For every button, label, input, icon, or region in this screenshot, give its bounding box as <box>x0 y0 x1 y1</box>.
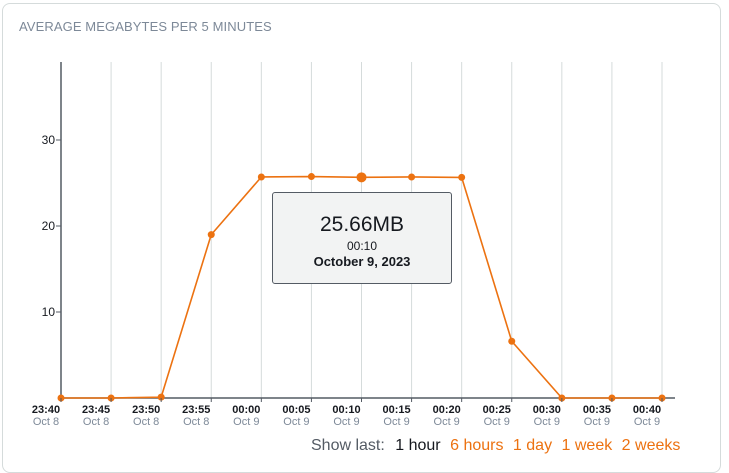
x-tick-time-9: 00:25 <box>483 404 511 416</box>
data-point-3[interactable] <box>207 231 215 239</box>
y-tick-label-30: 30 <box>42 133 56 147</box>
x-tick-time-5: 00:05 <box>282 404 310 416</box>
x-tick-time-0: 23:40 <box>32 404 60 416</box>
x-tick-date-7: Oct 9 <box>383 416 409 428</box>
time-range-selector: Show last: 1 hour 6 hours 1 day 1 week 2… <box>311 437 685 455</box>
range-label: Show last: <box>311 437 385 454</box>
x-tick-time-12: 00:40 <box>633 404 661 416</box>
y-tick-label-10: 10 <box>42 305 56 319</box>
x-tick-time-4: 00:00 <box>232 404 260 416</box>
tooltip-date: October 9, 2023 <box>313 254 411 269</box>
x-tick-time-3: 23:55 <box>182 404 210 416</box>
range-option-1-day[interactable]: 1 day <box>513 437 552 454</box>
x-tick-date-5: Oct 9 <box>283 416 309 428</box>
data-point-4[interactable] <box>257 173 265 181</box>
x-tick-date-12: Oct 9 <box>634 416 660 428</box>
x-tick-time-2: 23:50 <box>132 404 160 416</box>
tooltip-time: 00:10 <box>346 239 378 253</box>
x-tick-time-7: 00:15 <box>383 404 411 416</box>
data-point-highlighted[interactable] <box>356 172 367 183</box>
x-tick-date-1: Oct 8 <box>83 416 109 428</box>
x-tick-date-3: Oct 8 <box>183 416 209 428</box>
y-axis-ticks: 10 20 30 <box>42 133 61 319</box>
tooltip-value: 25.66MB <box>319 213 405 236</box>
range-option-1-hour[interactable]: 1 hour <box>395 437 440 454</box>
x-tick-time-8: 00:20 <box>433 404 461 416</box>
x-tick-date-10: Oct 9 <box>534 416 560 428</box>
x-tick-date-6: Oct 9 <box>333 416 359 428</box>
x-tick-date-8: Oct 9 <box>434 416 460 428</box>
data-point-5[interactable] <box>307 173 315 181</box>
range-option-1-week[interactable]: 1 week <box>562 437 613 454</box>
data-point-7[interactable] <box>408 173 416 181</box>
x-tick-time-11: 00:35 <box>583 404 611 416</box>
x-tick-date-4: Oct 9 <box>233 416 259 428</box>
x-tick-date-0: Oct 8 <box>33 416 59 428</box>
data-tooltip: 25.66MB 00:10 October 9, 2023 <box>272 192 452 284</box>
x-tick-time-6: 00:10 <box>332 404 360 416</box>
x-tick-date-2: Oct 8 <box>133 416 159 428</box>
x-tick-time-1: 23:45 <box>82 404 110 416</box>
range-option-6-hours[interactable]: 6 hours <box>450 437 503 454</box>
y-tick-label-20: 20 <box>42 219 56 233</box>
x-tick-date-11: Oct 9 <box>584 416 610 428</box>
x-tick-date-9: Oct 9 <box>484 416 510 428</box>
x-axis-ticks: 23:40Oct 823:45Oct 823:50Oct 823:55Oct 8… <box>32 398 663 428</box>
range-option-2-weeks[interactable]: 2 weeks <box>622 437 681 454</box>
data-point-9[interactable] <box>508 337 516 345</box>
x-tick-time-10: 00:30 <box>533 404 561 416</box>
data-point-8[interactable] <box>458 173 466 181</box>
